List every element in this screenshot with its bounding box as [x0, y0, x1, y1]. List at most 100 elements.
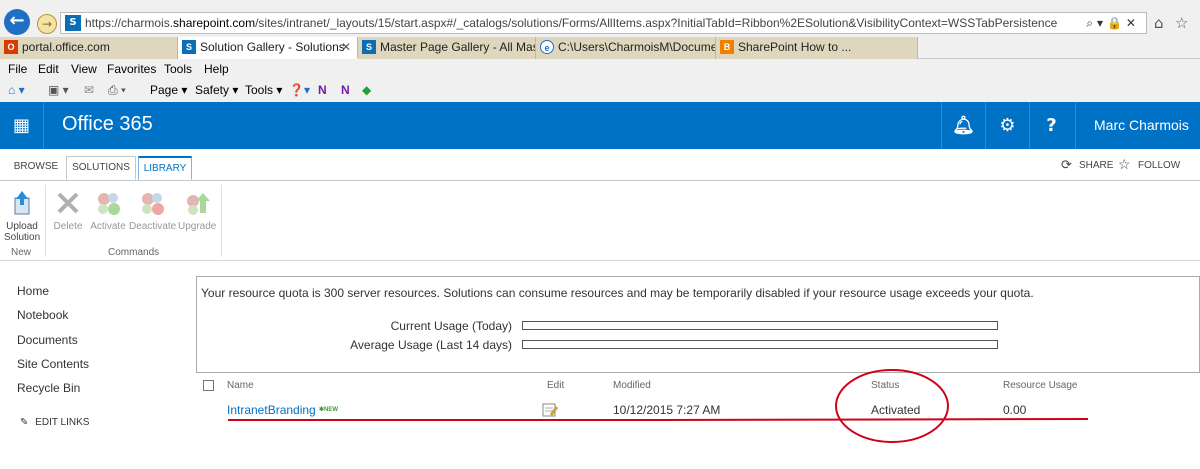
delete-x-icon	[54, 189, 82, 217]
tab-solutions[interactable]: SOLUTIONS	[66, 156, 136, 180]
select-all-checkbox[interactable]	[203, 380, 214, 391]
addon-icon[interactable]: ◆	[362, 83, 371, 97]
tab-label: Master Page Gallery - All Mast...	[380, 40, 536, 54]
address-actions[interactable]: ⌕▾🔒✕	[1086, 16, 1140, 31]
new-badge: ✱NEW	[319, 406, 338, 413]
ribbon-divider	[45, 185, 46, 257]
safety-menu[interactable]: Safety ▾	[195, 83, 238, 97]
browser-tab-master-page[interactable]: S Master Page Gallery - All Mast...	[358, 37, 536, 59]
browser-address-row: ← → S https://charmois.sharepoint.com/si…	[0, 0, 1200, 37]
share-button[interactable]: SHARE	[1079, 160, 1113, 171]
help-icon[interactable]: ❓▾	[289, 83, 310, 97]
print-icon[interactable]: ⎙ ▾	[108, 83, 126, 98]
suite-brand[interactable]: Office 365	[62, 113, 153, 136]
upload-solution-button[interactable]: Upload Solution	[4, 189, 40, 243]
column-modified[interactable]: Modified	[613, 380, 651, 391]
delete-label: Delete	[53, 221, 83, 232]
follow-star-icon[interactable]: ☆	[1118, 156, 1131, 173]
nav-recycle-bin[interactable]: Recycle Bin	[17, 381, 80, 395]
tab-label: Solution Gallery - Solutions	[200, 40, 345, 54]
resource-quota-panel: Your resource quota is 300 server resour…	[196, 276, 1200, 373]
ribbon: Upload Solution New Delete Activate Deac…	[0, 180, 1200, 261]
home-icon[interactable]: ⌂	[1154, 14, 1164, 32]
row-underline-annotation	[228, 418, 1089, 421]
activate-label: Activate	[90, 221, 126, 232]
upgrade-icon	[183, 189, 211, 217]
sharepoint-icon: S	[65, 15, 81, 31]
deactivate-icon	[138, 189, 166, 217]
activate-button[interactable]: Activate	[89, 189, 127, 232]
modified-cell: 10/12/2015 7:27 AM	[613, 403, 721, 417]
onenote-linked-icon[interactable]: N	[341, 83, 350, 97]
browser-tab-portal[interactable]: O portal.office.com	[0, 37, 178, 59]
menu-file[interactable]: File	[8, 62, 27, 76]
mail-icon[interactable]: ✉	[84, 83, 94, 97]
average-usage-bar	[522, 340, 998, 349]
tab-browse[interactable]: BROWSE	[6, 156, 66, 180]
app-launcher-icon[interactable]: ▦	[0, 102, 44, 149]
ribbon-tab-row: BROWSE SOLUTIONS LIBRARY ⟳ SHARE ☆ FOLLO…	[0, 149, 1200, 180]
nav-home[interactable]: Home	[17, 284, 49, 298]
sharepoint-icon: S	[362, 40, 376, 54]
status-cell: Activated	[871, 403, 921, 417]
forward-icon[interactable]: →	[37, 14, 57, 34]
upgrade-button[interactable]: Upgrade	[178, 189, 216, 232]
blogger-icon: B	[720, 40, 734, 54]
notifications-bell-icon[interactable]: 🔔︎	[941, 102, 985, 149]
command-bar: ⌂ ▾ ▣ ▾ ✉ ⎙ ▾ Page ▾ Safety ▾ Tools ▾ ❓▾…	[0, 78, 1200, 102]
delete-button[interactable]: Delete	[52, 189, 84, 232]
menu-tools[interactable]: Tools	[164, 62, 192, 76]
suite-bar: ▦ Office 365 🔔︎ ⚙ ? Marc Charmois	[0, 102, 1200, 149]
ribbon-divider	[221, 185, 222, 257]
upload-label-2: Solution	[4, 232, 41, 243]
browser-tab-blog[interactable]: B SharePoint How to ...	[716, 37, 918, 59]
follow-button[interactable]: FOLLOW	[1138, 160, 1180, 171]
share-icon[interactable]: ⟳	[1061, 157, 1072, 173]
page-menu[interactable]: Page ▾	[150, 83, 187, 97]
back-icon[interactable]: ←	[4, 9, 30, 35]
tab-label: SharePoint How to ...	[738, 40, 852, 54]
nav-site-contents[interactable]: Site Contents	[17, 357, 89, 371]
edit-item-icon[interactable]	[542, 402, 559, 421]
nav-notebook[interactable]: Notebook	[17, 308, 68, 322]
upgrade-label: Upgrade	[178, 221, 217, 232]
address-url: https://charmois.sharepoint.com/sites/in…	[85, 16, 1058, 30]
settings-gear-icon[interactable]: ⚙	[985, 102, 1029, 149]
column-name[interactable]: Name	[227, 380, 254, 391]
tab-label: C:\Users\CharmoisM\Docume...	[558, 40, 716, 54]
close-tab-icon[interactable]: ✕	[341, 37, 351, 58]
browser-tab-local-file[interactable]: e C:\Users\CharmoisM\Docume...	[536, 37, 716, 59]
browser-tab-solution-gallery[interactable]: S Solution Gallery - Solutions ✕	[178, 37, 358, 59]
help-question-icon[interactable]: ?	[1029, 102, 1073, 149]
onenote-icon[interactable]: N	[318, 83, 327, 97]
address-bar[interactable]: S https://charmois.sharepoint.com/sites/…	[60, 12, 1147, 34]
menu-edit[interactable]: Edit	[38, 62, 59, 76]
column-status[interactable]: Status	[871, 380, 899, 391]
menu-favorites[interactable]: Favorites	[107, 62, 156, 76]
pencil-icon: ✎	[20, 417, 29, 428]
column-edit: Edit	[547, 380, 565, 391]
office-icon: O	[4, 40, 18, 54]
edit-links[interactable]: ✎ EDIT LINKS	[20, 417, 89, 428]
deactivate-button[interactable]: Deactivate	[129, 189, 177, 232]
tab-library[interactable]: LIBRARY	[138, 156, 192, 180]
deactivate-label: Deactivate	[129, 221, 177, 232]
tools-menu[interactable]: Tools ▾	[245, 83, 282, 97]
favorites-star-icon[interactable]: ☆	[1175, 14, 1188, 32]
menu-view[interactable]: View	[71, 62, 97, 76]
ie-icon: e	[540, 40, 554, 54]
menu-help[interactable]: Help	[204, 62, 229, 76]
sharepoint-icon: S	[182, 40, 196, 54]
user-name[interactable]: Marc Charmois	[1075, 102, 1200, 149]
feeds-icon[interactable]: ▣ ▾	[48, 83, 69, 97]
current-usage-bar	[522, 321, 998, 330]
home-command-icon[interactable]: ⌂ ▾	[8, 83, 25, 97]
tab-label: portal.office.com	[22, 40, 110, 54]
solution-name-link[interactable]: IntranetBranding	[227, 403, 316, 417]
upload-label-1: Upload	[6, 221, 38, 232]
column-resource-usage[interactable]: Resource Usage	[1003, 380, 1077, 391]
group-commands-label: Commands	[108, 247, 160, 258]
nav-documents[interactable]: Documents	[17, 333, 78, 347]
average-usage-label: Average Usage (Last 14 days)	[350, 338, 512, 352]
new-badge-label: NEW	[324, 407, 339, 413]
